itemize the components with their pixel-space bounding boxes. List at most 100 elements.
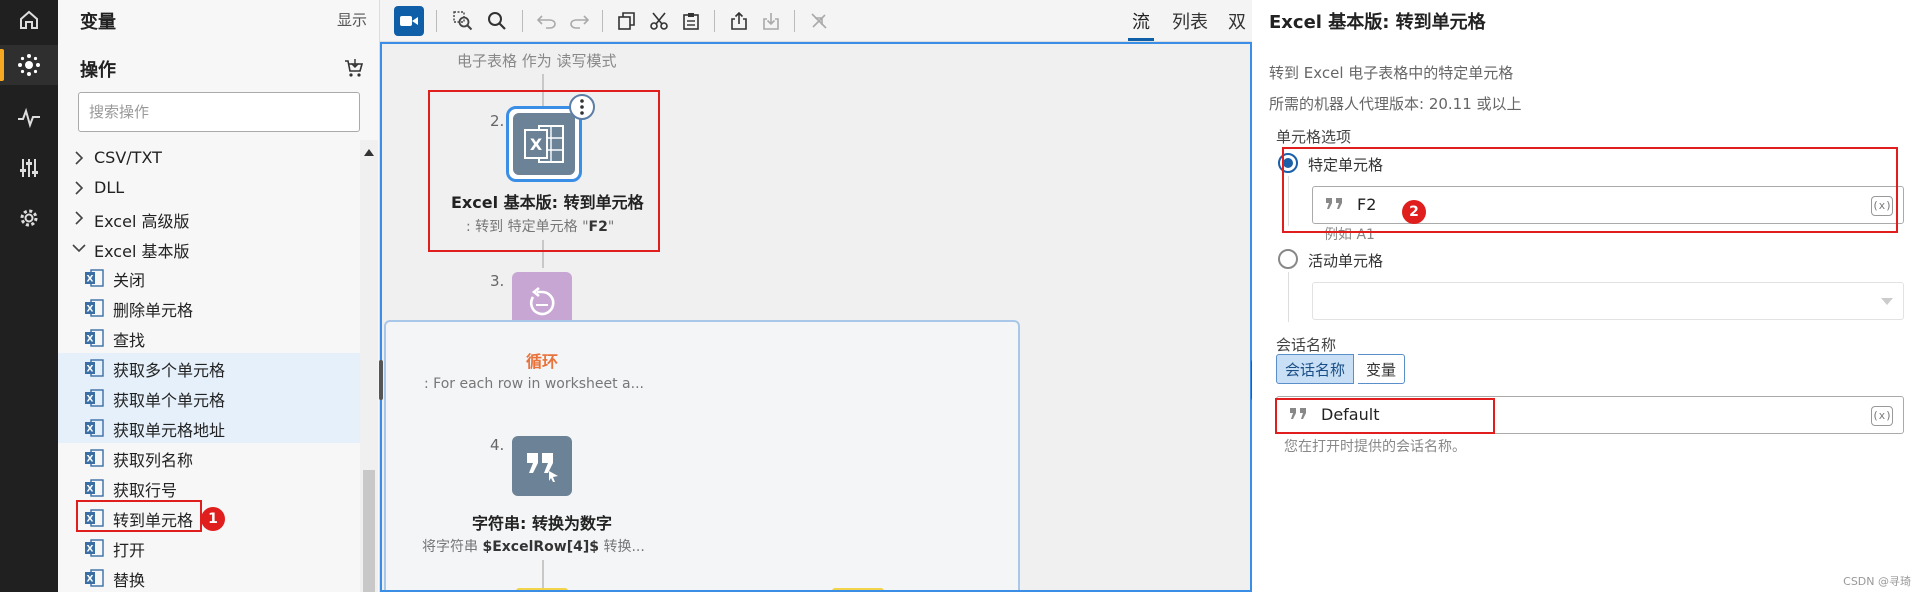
step4-subtitle: 将字符串 $ExcelRow[4]$ 转换... xyxy=(422,539,645,555)
category-excel-advanced[interactable]: Excel 高级版 xyxy=(58,203,360,233)
import-button[interactable] xyxy=(756,6,786,36)
category-label: DLL xyxy=(94,178,125,197)
action-label: 获取行号 xyxy=(113,481,178,500)
action-open[interactable]: X 打开 xyxy=(58,533,360,563)
copy-button[interactable] xyxy=(612,6,642,36)
action-close[interactable]: X 关闭 xyxy=(58,263,360,293)
action-get-multiple-cells[interactable]: X 获取多个单元格 xyxy=(58,353,360,383)
active-cell-select[interactable] xyxy=(1312,282,1904,320)
category-csv-txt[interactable]: CSV/TXT xyxy=(58,143,360,173)
settings-icon[interactable] xyxy=(0,198,58,238)
category-excel-basic[interactable]: Excel 基本版 xyxy=(58,233,360,263)
home-icon[interactable] xyxy=(0,0,58,40)
activity-icon[interactable] xyxy=(0,98,58,138)
action-find[interactable]: X 查找 xyxy=(58,323,360,353)
excel-icon: X xyxy=(85,569,104,587)
svg-text:X: X xyxy=(87,365,94,375)
excel-icon: X xyxy=(85,269,104,287)
next-step-node[interactable] xyxy=(516,588,568,590)
action-replace[interactable]: X 替换 xyxy=(58,563,360,592)
step3-title[interactable]: 循环 xyxy=(512,348,572,372)
svg-text:X: X xyxy=(87,575,94,585)
segment-session-name[interactable]: 会话名称 xyxy=(1276,354,1355,384)
scrollbar-thumb[interactable] xyxy=(363,470,375,592)
svg-text:X: X xyxy=(87,485,94,495)
step4-node-icon[interactable] xyxy=(512,436,572,496)
radio-active-label: 活动单元格 xyxy=(1308,252,1384,270)
disable-icon xyxy=(811,13,827,29)
excel-icon: X xyxy=(85,389,104,407)
highlight-box xyxy=(76,500,202,532)
action-label: 打开 xyxy=(113,541,146,560)
svg-text:X: X xyxy=(87,455,94,465)
tab-dual[interactable]: 双 xyxy=(1228,8,1246,34)
action-delete-cell[interactable]: X 删除单元格 xyxy=(58,293,360,323)
excel-icon: X xyxy=(85,479,104,497)
svg-text:X: X xyxy=(87,425,94,435)
action-label: 获取列名称 xyxy=(113,451,194,470)
zoom-area-icon xyxy=(453,11,473,31)
left-splitter-handle[interactable] xyxy=(379,360,383,400)
action-get-row-number[interactable]: X 获取行号 xyxy=(58,473,360,503)
step-number: 4. xyxy=(490,436,505,454)
tab-list[interactable]: 列表 xyxy=(1172,8,1208,34)
paste-button[interactable] xyxy=(676,6,706,36)
copy-icon xyxy=(618,12,635,30)
record-icon xyxy=(400,16,418,26)
previous-step-text: 电子表格 作为 读写模式 xyxy=(457,52,617,70)
export-button[interactable] xyxy=(724,6,754,36)
disable-button[interactable] xyxy=(804,6,834,36)
category-label: Excel 基本版 xyxy=(94,242,190,261)
record-button[interactable] xyxy=(394,6,424,36)
segment-variable[interactable]: 变量 xyxy=(1358,354,1406,384)
left-rail xyxy=(0,0,58,592)
actions-scrollbar[interactable] xyxy=(360,140,378,592)
insert-variable-icon[interactable]: (x) xyxy=(1871,406,1893,426)
next-step-node[interactable] xyxy=(832,588,884,590)
controls-icon[interactable] xyxy=(0,148,58,188)
properties-title: Excel 基本版: 转到单元格 xyxy=(1269,12,1486,33)
category-dll[interactable]: DLL xyxy=(58,173,360,203)
radio-active-cell[interactable] xyxy=(1278,249,1298,269)
actions-icon[interactable] xyxy=(0,45,58,85)
tab-flow[interactable]: 流 xyxy=(1128,8,1154,41)
annotation-badge: 2 xyxy=(1402,200,1426,224)
cell-options-label: 单元格选项 xyxy=(1276,128,1352,146)
cut-icon xyxy=(650,12,668,30)
cut-button[interactable] xyxy=(644,6,674,36)
search-actions-input[interactable] xyxy=(78,92,360,132)
redo-button[interactable] xyxy=(564,6,594,36)
watermark: CSDN @寻琦 xyxy=(1843,575,1911,588)
step3-subtitle: : For each row in worksheet a... xyxy=(424,376,644,392)
step4-title[interactable]: 字符串: 转换为数字 xyxy=(442,510,642,534)
show-variables-link[interactable]: 显示 xyxy=(337,9,367,30)
action-label: 删除单元格 xyxy=(113,301,194,320)
svg-text:X: X xyxy=(87,305,94,315)
chevron-right-icon xyxy=(75,181,84,195)
chevron-right-icon xyxy=(75,151,84,165)
svg-text:X: X xyxy=(87,275,94,285)
action-label: 关闭 xyxy=(113,271,146,290)
highlight-box xyxy=(1282,147,1898,233)
svg-text:X: X xyxy=(87,335,94,345)
find-in-canvas-button[interactable] xyxy=(448,6,478,36)
store-icon[interactable] xyxy=(343,57,365,83)
undo-button[interactable] xyxy=(532,6,562,36)
annotation-badge: 1 xyxy=(201,507,225,531)
category-label: CSV/TXT xyxy=(94,148,162,167)
action-get-column-name[interactable]: X 获取列名称 xyxy=(58,443,360,473)
action-get-cell-address[interactable]: X 获取单元格地址 xyxy=(58,413,360,443)
session-name-label: 会话名称 xyxy=(1276,336,1337,354)
loop-icon xyxy=(529,287,555,316)
excel-icon: X xyxy=(85,449,104,467)
chevron-down-icon xyxy=(1881,298,1893,305)
action-get-single-cell[interactable]: X 获取单个单元格 xyxy=(58,383,360,413)
scroll-up-icon[interactable] xyxy=(364,148,374,156)
action-label: 获取单个单元格 xyxy=(113,391,226,410)
action-label: 替换 xyxy=(113,571,146,590)
action-label: 获取单元格地址 xyxy=(113,421,226,440)
properties-panel: Excel 基本版: 转到单元格 转到 Excel 电子表格中的特定单元格 所需… xyxy=(1252,0,1919,592)
search-button[interactable] xyxy=(482,6,512,36)
flow-canvas[interactable]: 电子表格 作为 读写模式 2. X Excel 基本版: 转到单元格 : 转到 … xyxy=(380,42,1252,592)
action-description: 转到 Excel 电子表格中的特定单元格 xyxy=(1269,64,1514,82)
